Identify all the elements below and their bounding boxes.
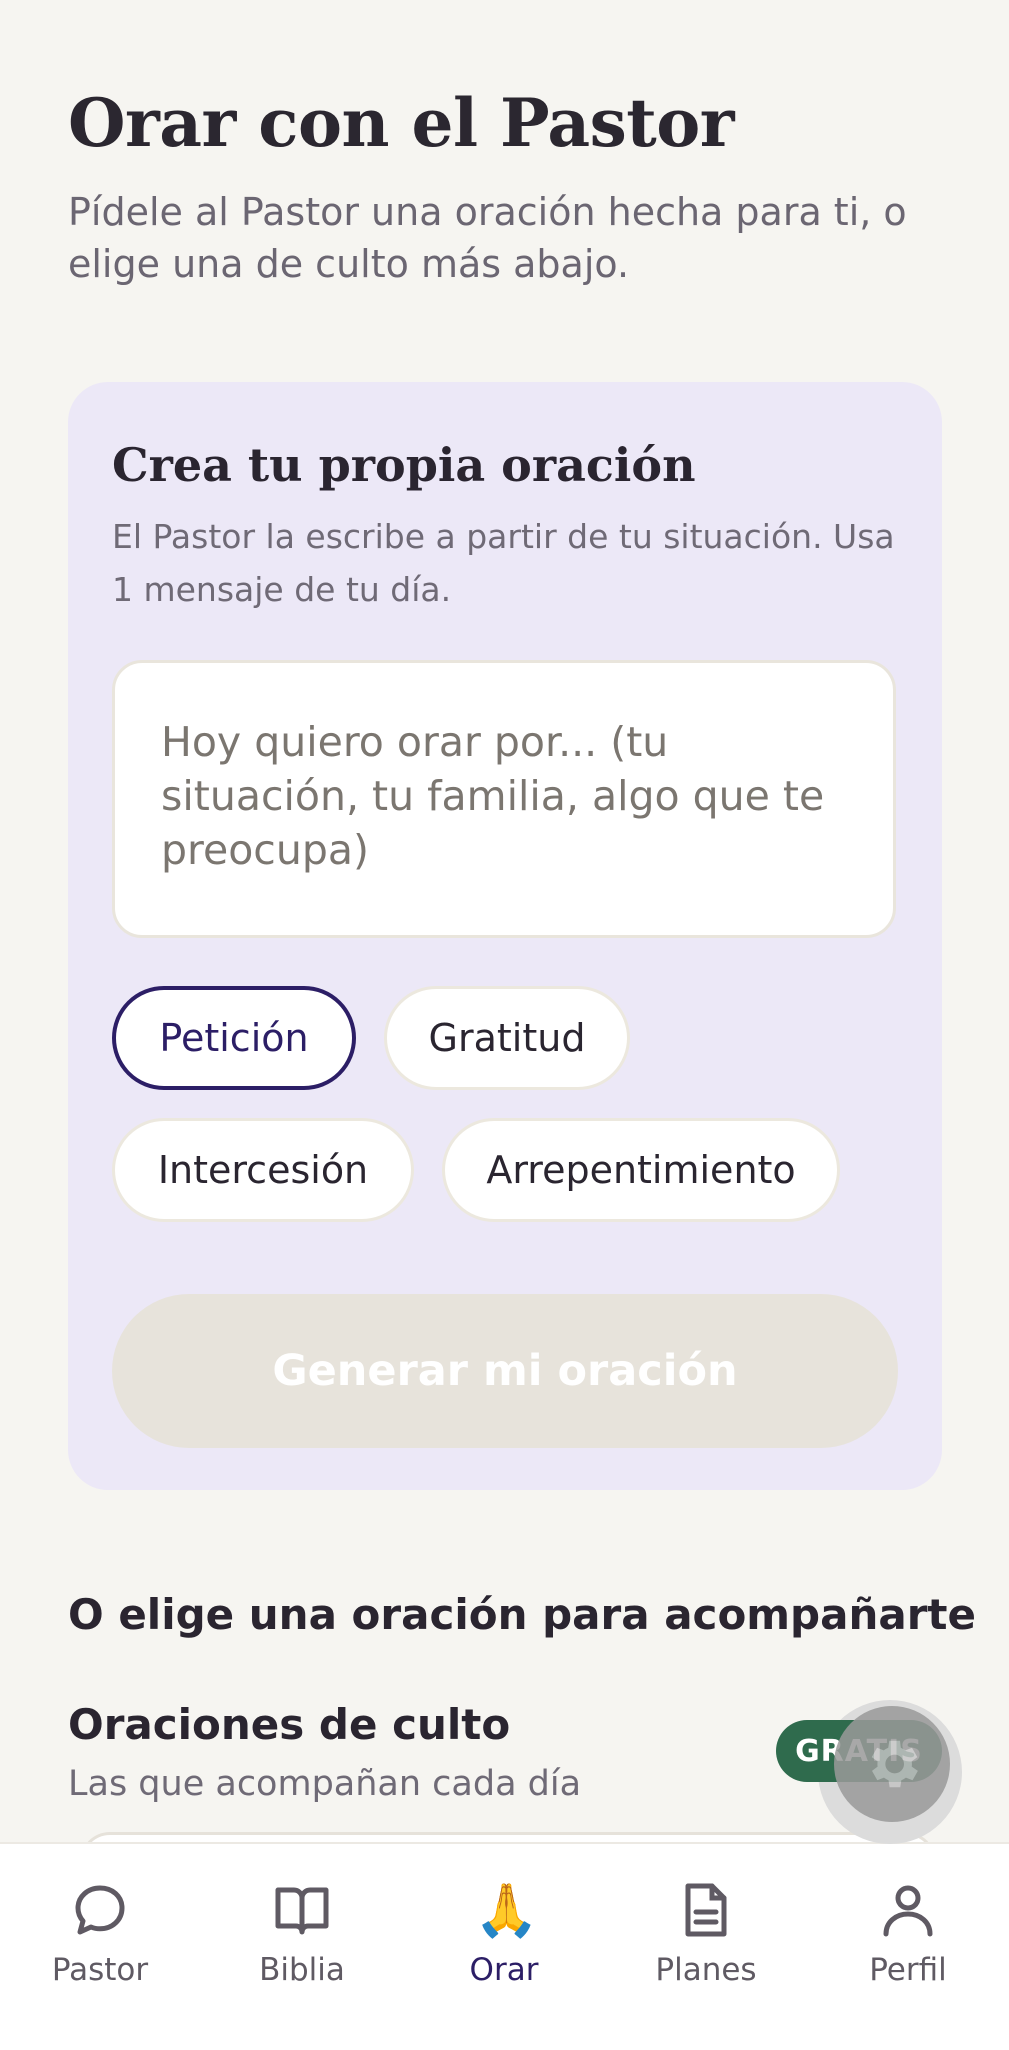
chip-intercesion[interactable]: Intercesión xyxy=(112,1118,414,1222)
nav-label-biblia: Biblia xyxy=(259,1952,345,1988)
subsection-description: Las que acompañan cada día xyxy=(68,1764,582,1804)
section-heading: O elige una oración para acompañarte xyxy=(68,1590,976,1639)
chip-gratitud[interactable]: Gratitud xyxy=(384,986,630,1090)
document-icon xyxy=(685,1883,727,1937)
card-title: Crea tu propia oración xyxy=(112,438,696,492)
card-description: El Pastor la escribe a partir de tu situ… xyxy=(112,517,895,609)
create-prayer-card: Crea tu propia oración El Pastor la escr… xyxy=(68,382,942,1490)
nav-label-pastor: Pastor xyxy=(51,1952,149,1988)
nav-item-orar[interactable]: 🙏 Orar xyxy=(404,1880,604,2030)
page-title: Orar con el Pastor xyxy=(68,84,735,162)
person-icon xyxy=(883,1885,933,1937)
chip-arrepentimiento[interactable]: Arrepentimiento xyxy=(442,1118,840,1222)
nav-item-planes[interactable]: Planes xyxy=(606,1880,806,2030)
nav-item-biblia[interactable]: Biblia xyxy=(202,1880,402,2030)
nav-item-perfil[interactable]: Perfil xyxy=(808,1880,1008,2030)
nav-label-perfil: Perfil xyxy=(869,1952,947,1988)
nav-label-planes: Planes xyxy=(655,1952,757,1988)
generate-prayer-button[interactable]: Generar mi oración xyxy=(112,1294,898,1448)
prayer-situation-input[interactable] xyxy=(112,660,896,938)
bottom-navigation: Pastor Biblia 🙏 Orar Planes Perfil xyxy=(0,1842,1009,2050)
page-subtitle: Pídele al Pastor una oración hecha para … xyxy=(68,190,907,286)
open-book-icon xyxy=(275,1887,329,1935)
gear-icon xyxy=(871,1740,918,1788)
floating-action-button[interactable] xyxy=(834,1706,950,1822)
chat-bubble-icon xyxy=(75,1885,125,1935)
praying-hands-icon: 🙏 xyxy=(474,1881,539,1941)
nav-label-orar: Orar xyxy=(469,1952,539,1988)
nav-item-pastor[interactable]: Pastor xyxy=(0,1880,200,2030)
chip-peticion[interactable]: Petición xyxy=(112,986,356,1090)
subsection-title: Oraciones de culto xyxy=(68,1700,511,1749)
